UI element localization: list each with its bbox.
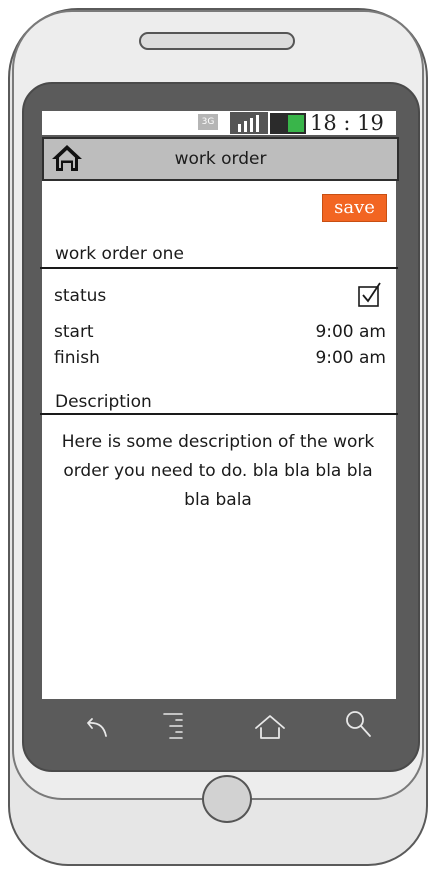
page-title: work order bbox=[174, 149, 267, 169]
finish-label: finish bbox=[54, 348, 100, 368]
divider bbox=[40, 413, 398, 415]
description-header: Description bbox=[55, 392, 152, 412]
signal-strength-icon bbox=[238, 115, 259, 132]
search-icon[interactable] bbox=[338, 706, 378, 746]
description-text: Here is some description of the work ord… bbox=[61, 432, 375, 510]
status-label: status bbox=[54, 286, 107, 306]
home-icon[interactable] bbox=[50, 142, 84, 174]
work-order-name: work order one bbox=[55, 244, 184, 264]
speaker-slot bbox=[139, 32, 295, 50]
network-3g-icon: 3G bbox=[198, 114, 218, 130]
finish-time-value: 9:00 am bbox=[315, 348, 386, 368]
status-clock: 18 : 19 bbox=[310, 111, 384, 135]
save-button[interactable]: save bbox=[322, 194, 387, 222]
home-nav-icon[interactable] bbox=[250, 706, 290, 746]
start-time-value: 9:00 am bbox=[315, 322, 386, 342]
battery-level bbox=[288, 115, 304, 132]
status-bar-gap bbox=[218, 114, 230, 130]
start-label: start bbox=[54, 322, 94, 342]
hardware-home-button[interactable] bbox=[202, 775, 252, 823]
back-icon[interactable] bbox=[76, 706, 116, 746]
menu-icon[interactable] bbox=[156, 706, 196, 746]
divider bbox=[40, 267, 398, 269]
status-checkbox[interactable] bbox=[356, 282, 382, 308]
